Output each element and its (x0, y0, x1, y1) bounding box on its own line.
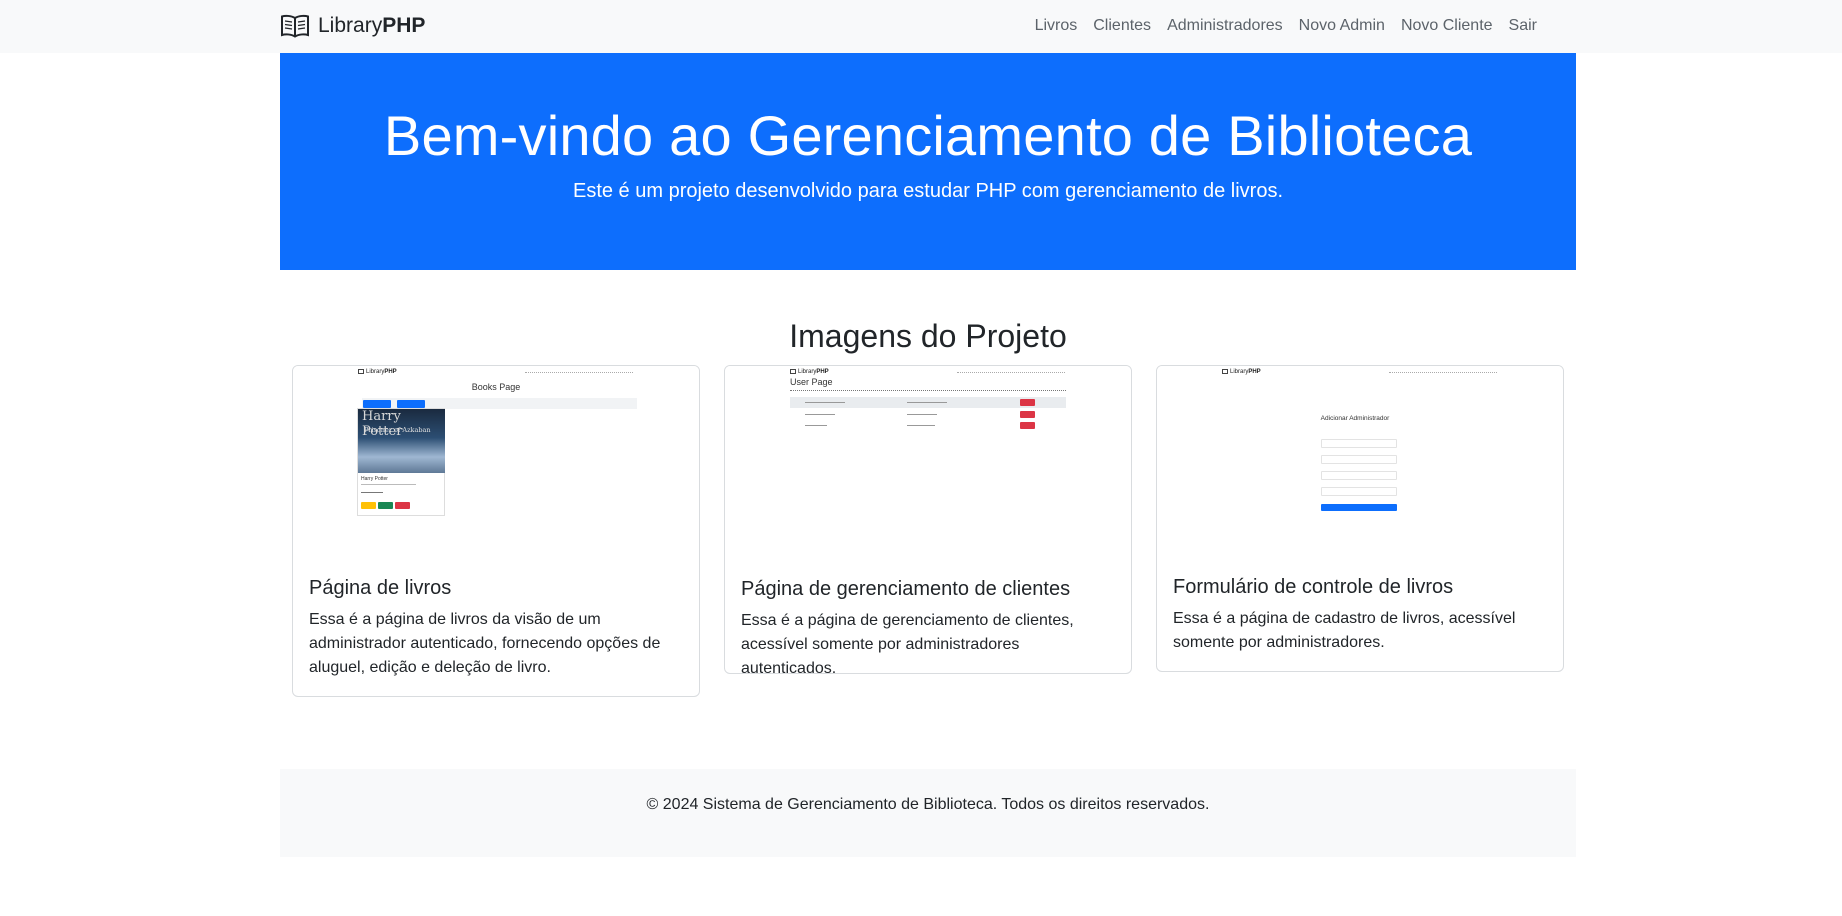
brand-text-light: Library (318, 14, 383, 37)
thumbnail-brand: LibraryPHP (1230, 369, 1261, 375)
navbar: Library PHP Livros Clientes Administrador… (0, 0, 1842, 53)
thumbnail-input (1321, 455, 1397, 464)
hero-jumbotron: Bem-vindo ao Gerenciamento de Biblioteca… (280, 53, 1576, 270)
thumbnail-cell (907, 402, 947, 403)
thumbnail-brand: LibraryPHP (366, 369, 397, 375)
thumbnail-input (1321, 439, 1397, 448)
books-page-screenshot: LibraryPHP Books Page Harry Potter Priso… (293, 366, 699, 566)
nav-link-sair[interactable]: Sair (1509, 15, 1537, 37)
clients-page-screenshot: LibraryPHP User Page (725, 366, 1131, 566)
thumbnail-book-desc (361, 484, 416, 485)
thumbnail-edit-button (378, 502, 393, 509)
thumbnail-submit-button (1321, 504, 1397, 511)
thumbnail-delete-button (1020, 422, 1035, 429)
nav-link-livros[interactable]: Livros (1035, 15, 1078, 37)
thumbnail-heading: Adicionar Administrador (1320, 415, 1390, 422)
nav-links: Livros Clientes Administradores Novo Adm… (1019, 15, 1537, 37)
card-body: Página de gerenciamento de clientes Essa… (741, 578, 1115, 674)
thumbnail-navbar: LibraryPHP (293, 368, 699, 377)
thumbnail-book-icon (358, 369, 364, 374)
project-card-books: LibraryPHP Books Page Harry Potter Priso… (292, 365, 700, 697)
thumbnail-brand: LibraryPHP (798, 369, 829, 375)
thumbnail-delete-button (395, 502, 410, 509)
thumbnail-cell (907, 425, 935, 426)
brand-text-bold: PHP (382, 14, 426, 37)
open-book-icon (281, 14, 309, 38)
thumbnail-rent-button (361, 502, 376, 509)
footer-text: © 2024 Sistema de Gerenciamento de Bibli… (646, 796, 1210, 813)
thumbnail-book-cover: Harry Potter Prisoner of Azkaban (358, 409, 445, 473)
hero-title: Bem-vindo ao Gerenciamento de Biblioteca (383, 104, 1473, 167)
thumbnail-cover-title: Harry Potter (362, 409, 403, 439)
thumbnail-book-card: Harry Potter Prisoner of Azkaban Harry P… (357, 408, 445, 516)
thumbnail-input (1321, 471, 1397, 480)
thumbnail-cell (805, 414, 835, 415)
thumbnail-nav-links (1389, 372, 1497, 374)
thumbnail-heading: Books Page (471, 382, 521, 392)
card-title: Página de gerenciamento de clientes (741, 578, 1071, 600)
thumbnail-cell (907, 414, 937, 415)
brand-link[interactable]: Library PHP (280, 12, 425, 40)
thumbnail-nav-links (525, 372, 633, 374)
card-title: Página de livros (309, 577, 452, 599)
thumbnail-cell (805, 402, 845, 403)
form-page-screenshot: LibraryPHP Adicionar Administrador (1157, 366, 1563, 566)
thumbnail-heading: User Page (790, 377, 833, 387)
thumbnail-input (1321, 487, 1397, 496)
thumbnail-cell (805, 425, 827, 426)
thumbnail-delete-button (1020, 411, 1035, 418)
project-card-clients: LibraryPHP User Page Página de gerenciam… (724, 365, 1132, 674)
thumbnail-book-icon (1222, 369, 1228, 374)
card-body: Formulário de controle de livros Essa é … (1173, 576, 1547, 655)
footer: © 2024 Sistema de Gerenciamento de Bibli… (280, 769, 1576, 857)
thumbnail-book-icon (790, 369, 796, 374)
card-text: Essa é a página de gerenciamento de clie… (741, 612, 1074, 674)
thumbnail-delete-button (1020, 399, 1035, 406)
thumbnail-book-title: Harry Potter (361, 476, 388, 482)
hero-subtitle: Este é um projeto desenvolvido para estu… (572, 180, 1283, 202)
project-card-form: LibraryPHP Adicionar Administrador Formu… (1156, 365, 1564, 672)
card-text: Essa é a página de livros da visão de um… (309, 611, 661, 676)
nav-link-clientes[interactable]: Clientes (1093, 15, 1151, 37)
thumbnail-book-qty (361, 492, 383, 493)
card-text: Essa é a página de cadastro de livros, a… (1173, 610, 1516, 651)
section-title: Imagens do Projeto (789, 318, 1067, 354)
thumbnail-button (363, 400, 391, 408)
thumbnail-navbar: LibraryPHP (1157, 368, 1563, 377)
thumbnail-nav-links (957, 372, 1065, 374)
card-body: Página de livros Essa é a página de livr… (309, 577, 683, 680)
nav-link-novo-admin[interactable]: Novo Admin (1299, 15, 1385, 37)
thumbnail-button (397, 400, 425, 408)
nav-link-administradores[interactable]: Administradores (1167, 15, 1283, 37)
nav-link-novo-cliente[interactable]: Novo Cliente (1401, 15, 1493, 37)
thumbnail-cover-subtitle: Prisoner of Azkaban (364, 426, 431, 434)
card-title: Formulário de controle de livros (1173, 576, 1454, 598)
thumbnail-table-header (790, 390, 1066, 392)
thumbnail-navbar: LibraryPHP (725, 368, 1131, 377)
